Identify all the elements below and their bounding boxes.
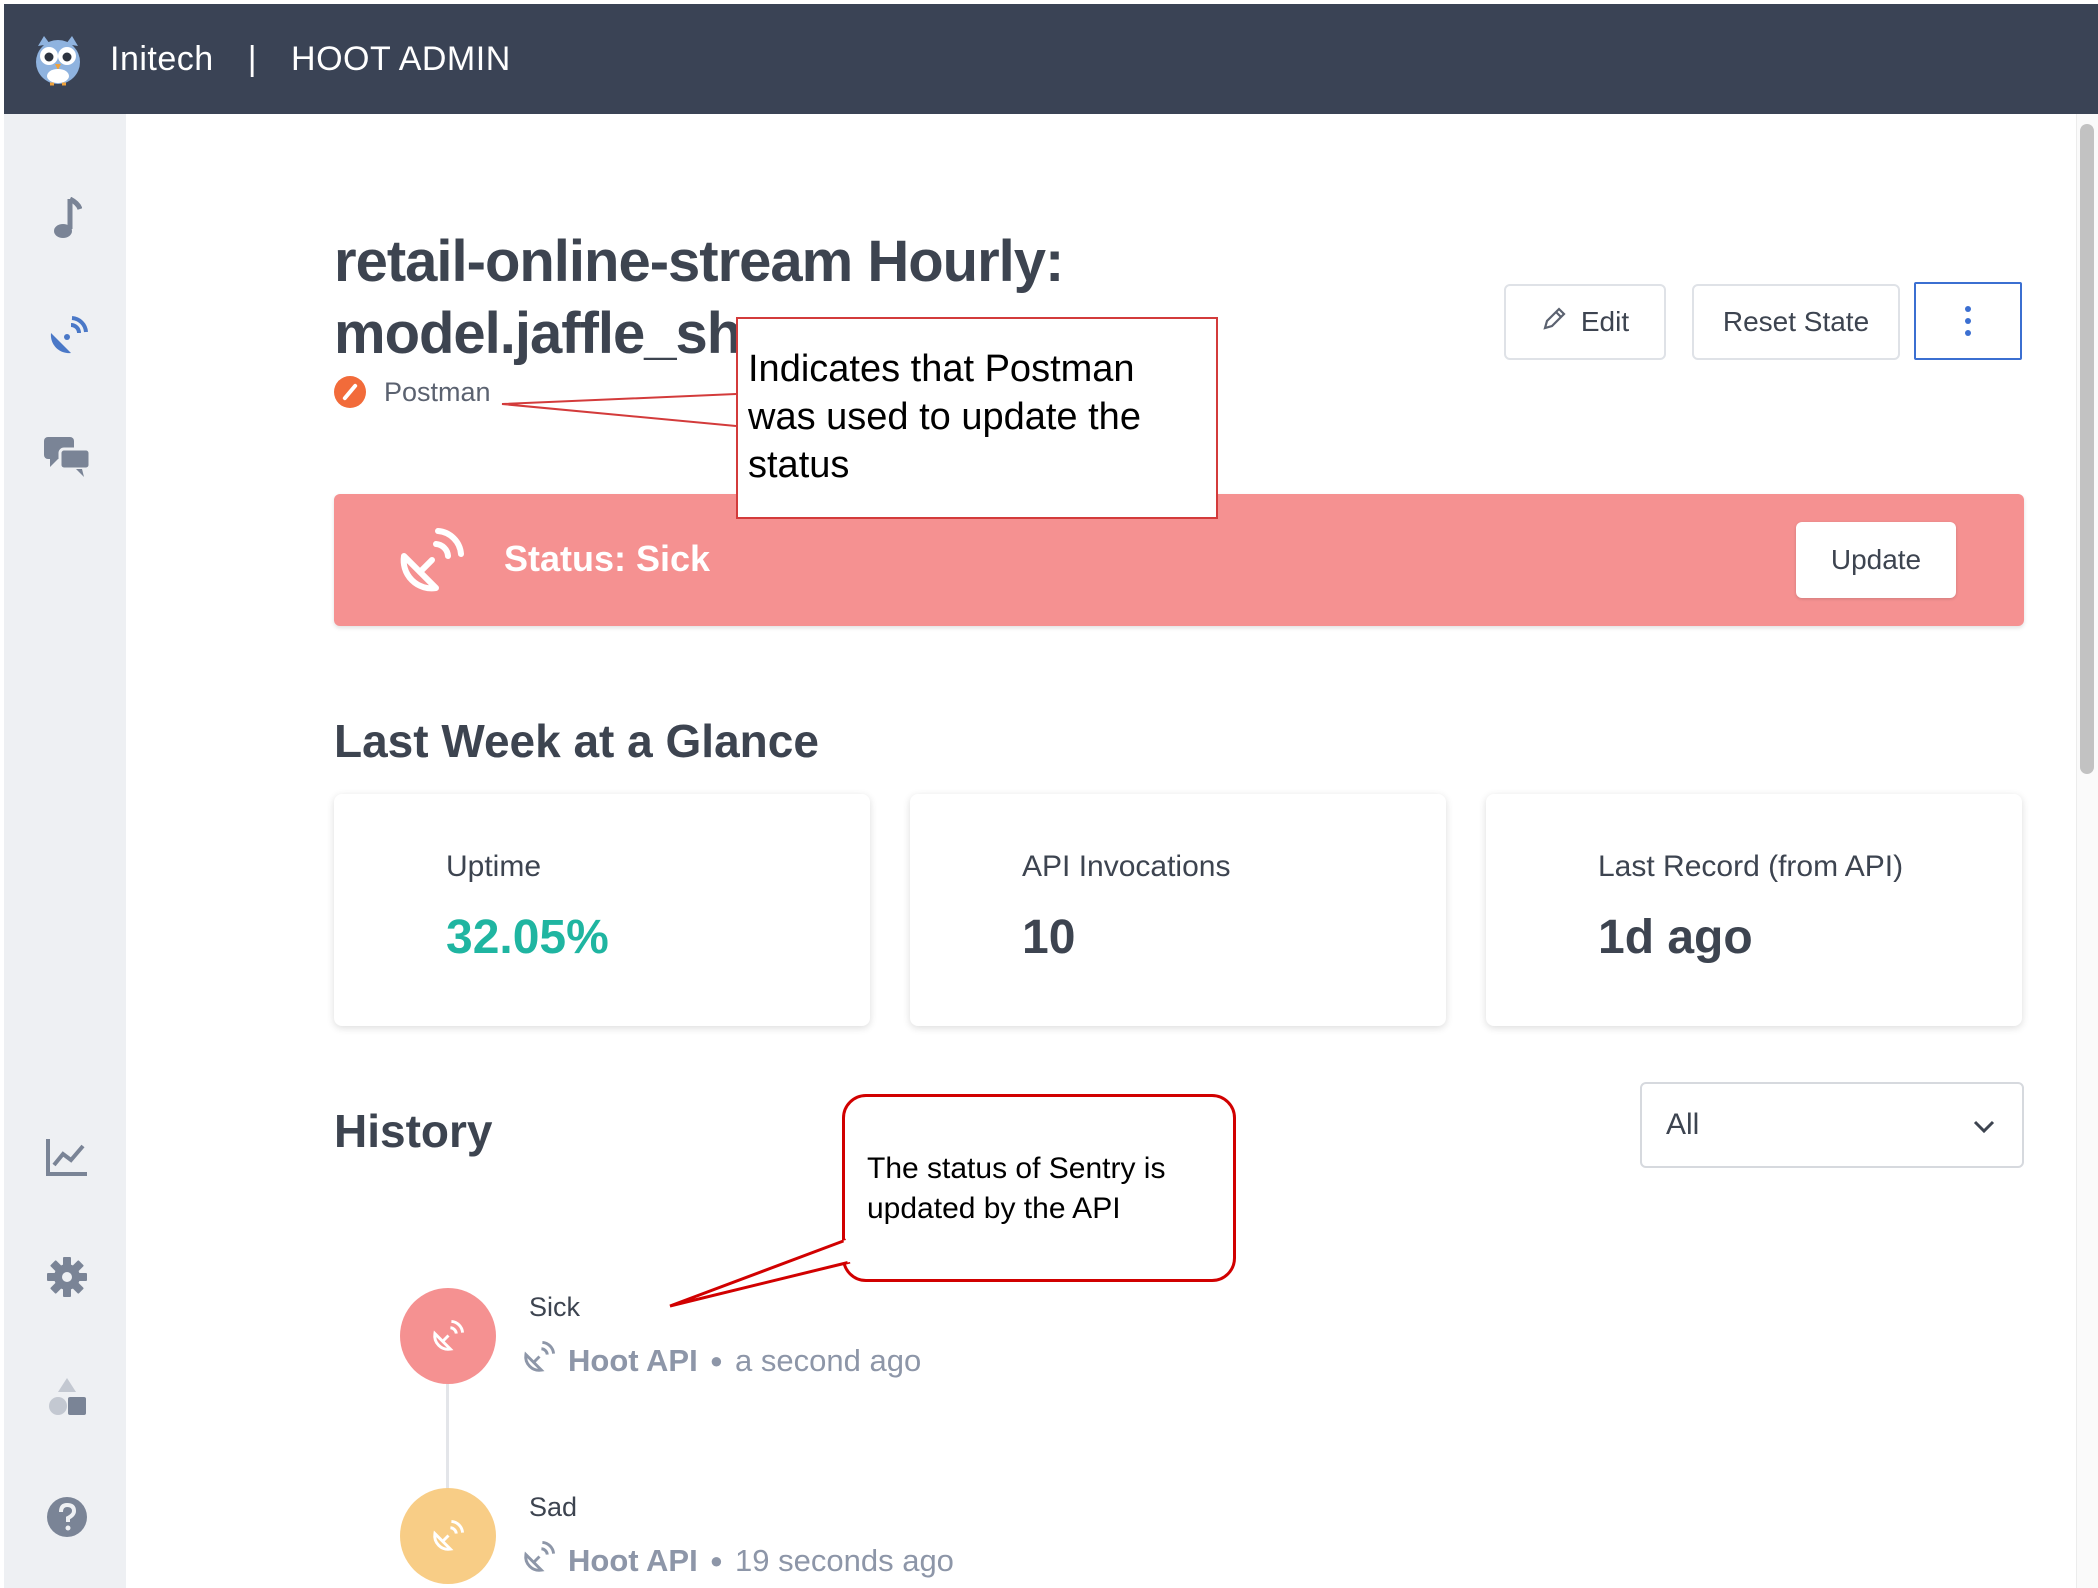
- uptime-label: Uptime: [446, 850, 542, 883]
- brand-separator: |: [247, 40, 258, 78]
- timeline-source: Hoot API: [568, 1543, 698, 1578]
- integration-name: Postman: [384, 376, 491, 407]
- timeline-status: Sick: [529, 1292, 581, 1322]
- edit-button-label: Edit: [1580, 306, 1630, 337]
- top-bar: Initech | HOOT ADMIN: [4, 4, 2098, 114]
- uptime-value: 32.05%: [446, 911, 609, 964]
- chevron-down-icon: [1972, 1114, 1996, 1138]
- api-annotation-line-1: The status of Sentry is: [867, 1152, 1166, 1185]
- bullet-separator: ●: [709, 1348, 724, 1373]
- timeline-status: Sad: [529, 1492, 578, 1522]
- bullet-separator: ●: [709, 1548, 724, 1573]
- app-name[interactable]: HOOT ADMIN: [291, 40, 511, 79]
- pencil-icon: [1541, 306, 1567, 339]
- history-filter-select[interactable]: All: [1640, 1082, 2024, 1168]
- satellite-dish-icon: [396, 526, 466, 596]
- integration-source: Postman: [334, 376, 491, 408]
- sidebar: [4, 114, 126, 1588]
- shapes-icon[interactable]: [42, 1372, 92, 1422]
- timeline-time: a second ago: [735, 1343, 922, 1378]
- reset-state-button[interactable]: Reset State: [1692, 284, 1900, 360]
- timeline-meta: Hoot API ● a second ago: [522, 1340, 921, 1382]
- satellite-dish-icon: [522, 1540, 556, 1582]
- api-invocations-card: API Invocations 10: [910, 794, 1446, 1026]
- brand: Initech | HOOT ADMIN: [110, 40, 511, 79]
- api-annotation-line-2: updated by the API: [867, 1192, 1121, 1225]
- history-filter-value: All: [1666, 1108, 1700, 1141]
- reset-state-label: Reset State: [1722, 306, 1870, 337]
- chat-bubbles-icon[interactable]: [42, 432, 92, 482]
- owl-logo-icon[interactable]: [32, 32, 84, 88]
- satellite-dish-icon: [433, 1319, 465, 1351]
- gear-icon[interactable]: [42, 1252, 92, 1302]
- postman-annotation: Indicates that Postman was used to updat…: [736, 317, 1218, 519]
- update-status-button[interactable]: Update: [1796, 522, 1956, 598]
- edit-button[interactable]: Edit: [1504, 284, 1666, 360]
- satellite-dish-icon: [433, 1519, 465, 1551]
- more-options-button[interactable]: [1914, 282, 2022, 360]
- postman-annotation-line-3: status: [748, 444, 850, 486]
- postman-annotation-line-1: Indicates that Postman: [748, 348, 1135, 390]
- status-text: Status: Sick: [504, 538, 711, 579]
- timeline-time: 19 seconds ago: [735, 1543, 954, 1578]
- api-invocations-label: API Invocations: [1022, 850, 1231, 883]
- timeline-connector: [446, 1384, 449, 1494]
- satellite-dish-icon[interactable]: [42, 312, 92, 362]
- history-heading: History: [334, 1105, 493, 1157]
- postman-annotation-line-2: was used to update the: [748, 396, 1141, 438]
- timeline-marker-sad: [400, 1488, 496, 1584]
- help-icon[interactable]: [42, 1492, 92, 1542]
- timeline-meta: Hoot API ● 19 seconds ago: [522, 1540, 954, 1582]
- satellite-dish-icon: [522, 1340, 556, 1382]
- api-invocations-value: 10: [1022, 911, 1076, 964]
- page-scrollbar-thumb[interactable]: [2080, 124, 2094, 774]
- line-chart-icon[interactable]: [42, 1132, 92, 1182]
- page-title-line-1: retail-online-stream Hourly:: [334, 229, 1064, 294]
- music-note-icon[interactable]: [42, 194, 92, 244]
- timeline-source: Hoot API: [568, 1343, 698, 1378]
- postman-icon: [334, 376, 366, 408]
- app-frame: Initech | HOOT ADMIN retail-online-strea…: [4, 4, 2098, 1588]
- timeline-marker-sick: [400, 1288, 496, 1384]
- last-record-value: 1d ago: [1598, 911, 1753, 964]
- api-annotation: The status of Sentry is updated by the A…: [842, 1094, 1236, 1282]
- kebab-menu-icon: [1965, 306, 1971, 336]
- uptime-card: Uptime 32.05%: [334, 794, 870, 1026]
- glance-heading: Last Week at a Glance: [334, 715, 819, 767]
- org-name[interactable]: Initech: [110, 40, 214, 79]
- last-record-label: Last Record (from API): [1598, 850, 1904, 883]
- last-record-card: Last Record (from API) 1d ago: [1486, 794, 2022, 1026]
